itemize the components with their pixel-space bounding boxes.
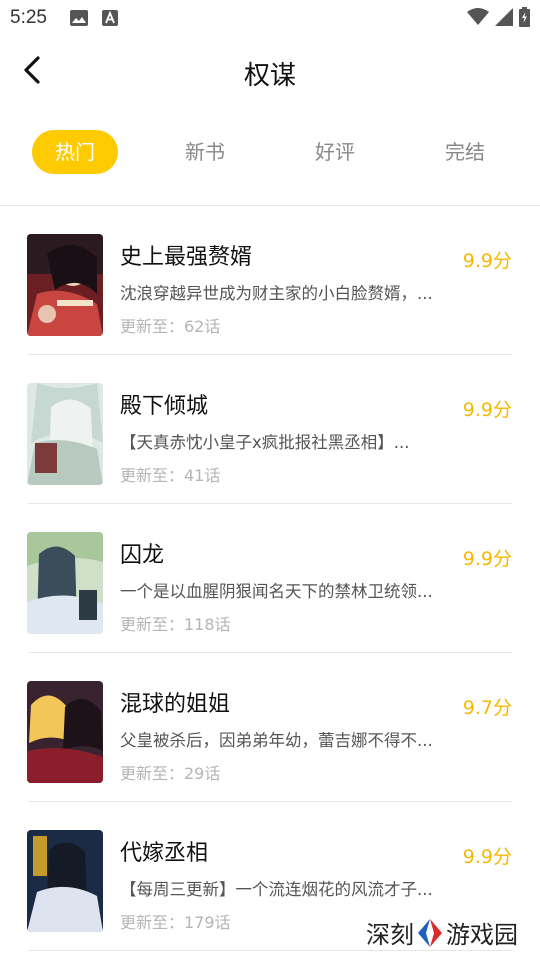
comic-title: 囚龙	[120, 543, 165, 568]
score: 9.9分	[462, 250, 512, 272]
list-item[interactable]: 囚龙 9.9分 一个是以血腥阴狠闻名天下的禁林卫统领... 更新至：118话	[0, 504, 540, 653]
signal-icon	[495, 8, 513, 30]
score: 9.9分	[462, 846, 512, 868]
notification-a-icon	[102, 10, 118, 30]
comic-title: 代嫁丞相	[120, 841, 209, 866]
image-icon	[70, 10, 88, 30]
cover-image	[27, 383, 103, 485]
tab-new[interactable]: 新书	[162, 130, 248, 174]
tab-bar: 热门 新书 好评 完结	[0, 130, 540, 176]
watermark: 深刻 游戏园	[366, 915, 518, 950]
watermark-logo-icon	[418, 918, 442, 947]
tab-completed[interactable]: 完结	[422, 130, 508, 174]
watermark-text-left: 深刻	[366, 921, 414, 949]
page-title: 权谋	[243, 61, 296, 91]
status-right-icons	[467, 7, 530, 31]
update-status: 更新至：29话	[120, 764, 221, 783]
comic-description: 【天真赤忱小皇子x疯批报社黑丞相】...	[120, 433, 410, 452]
status-left-icons	[70, 10, 118, 30]
cover-image	[27, 532, 103, 634]
update-status: 更新至：179话	[120, 913, 231, 932]
update-status: 更新至：62话	[120, 317, 221, 336]
list-item[interactable]: 混球的姐姐 9.7分 父皇被杀后，因弟弟年幼，蕾吉娜不得不... 更新至：29话	[0, 653, 540, 802]
score: 9.9分	[462, 399, 512, 421]
list-item[interactable]: 史上最强赘婿 9.9分 沈浪穿越异世成为财主家的小白脸赘婿，... 更新至：62…	[0, 206, 540, 355]
comic-description: 父皇被杀后，因弟弟年幼，蕾吉娜不得不...	[120, 731, 433, 750]
comic-description: 一个是以血腥阴狠闻名天下的禁林卫统领...	[120, 582, 433, 601]
battery-icon	[519, 7, 530, 31]
cover-image	[27, 830, 103, 932]
wifi-icon	[467, 8, 489, 30]
update-status: 更新至：118话	[120, 615, 231, 634]
item-divider	[28, 950, 512, 951]
score: 9.7分	[462, 697, 512, 719]
cover-image	[27, 234, 103, 336]
cover-image	[27, 681, 103, 783]
tab-top-rated[interactable]: 好评	[292, 130, 378, 174]
comic-title: 殿下倾城	[120, 394, 209, 419]
comic-title: 混球的姐姐	[120, 692, 231, 717]
tab-hot[interactable]: 热门	[32, 130, 118, 174]
status-bar: 5:25	[0, 0, 540, 36]
comic-description: 【每周三更新】一个流连烟花的风流才子...	[120, 880, 433, 899]
score: 9.9分	[462, 548, 512, 570]
status-time: 5:25	[10, 7, 47, 28]
list-item[interactable]: 殿下倾城 9.9分 【天真赤忱小皇子x疯批报社黑丞相】... 更新至：41话	[0, 355, 540, 504]
comic-description: 沈浪穿越异世成为财主家的小白脸赘婿，...	[120, 284, 433, 303]
update-status: 更新至：41话	[120, 466, 221, 485]
watermark-text-right: 游戏园	[446, 921, 518, 949]
header: 权谋	[0, 36, 540, 112]
comic-title: 史上最强赘婿	[120, 245, 253, 270]
